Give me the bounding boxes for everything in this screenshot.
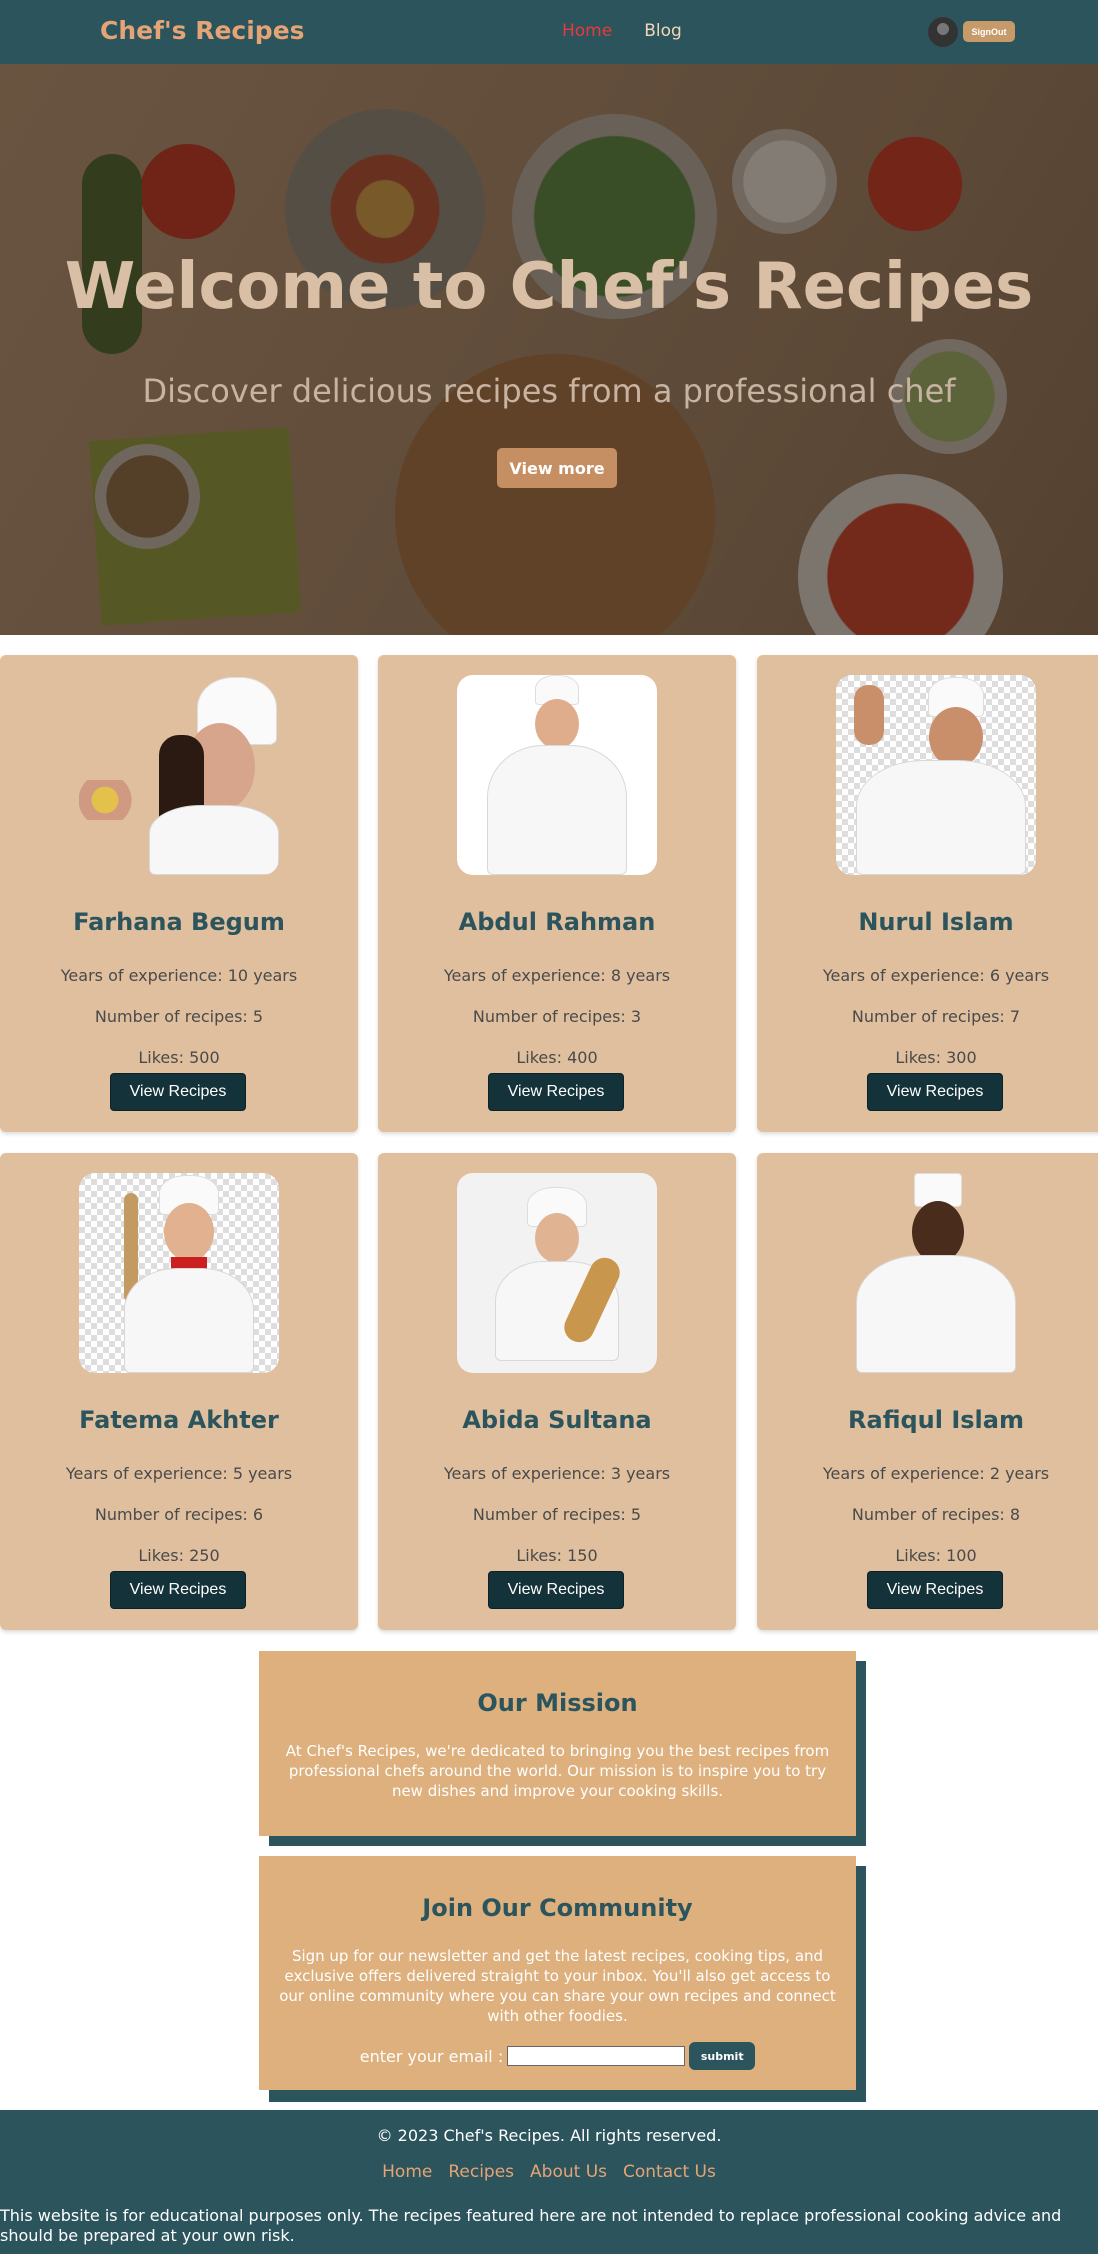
chef-face <box>912 1201 964 1263</box>
view-recipes-button[interactable]: View Recipes <box>488 1571 624 1609</box>
chef-recipes-count: Number of recipes: 7 <box>851 1007 1021 1026</box>
chef-likes: Likes: 100 <box>895 1546 977 1565</box>
chef-experience: Years of experience: 10 years <box>60 966 298 985</box>
chef-likes: Likes: 400 <box>516 1048 598 1067</box>
chef-card: Abida Sultana Years of experience: 3 yea… <box>378 1153 736 1630</box>
email-input[interactable] <box>507 2046 686 2066</box>
chef-name: Nurul Islam <box>858 908 1014 936</box>
chef-name: Rafiqul Islam <box>848 1406 1024 1434</box>
footer-link-about[interactable]: About Us <box>530 2162 607 2182</box>
chef-likes: Likes: 300 <box>895 1048 977 1067</box>
chef-recipes-count: Number of recipes: 6 <box>94 1505 264 1524</box>
hero-overlay <box>0 64 1098 635</box>
view-recipes-button[interactable]: View Recipes <box>488 1073 624 1111</box>
chef-card: Abdul Rahman Years of experience: 8 year… <box>378 655 736 1132</box>
chef-photo <box>457 675 657 875</box>
view-recipes-button[interactable]: View Recipes <box>110 1073 246 1111</box>
page: Chef's Recipes Home Blog SignOut Welcome… <box>0 0 1098 2254</box>
community-title: Join Our Community <box>422 1894 693 1922</box>
email-label: enter your email : <box>359 2046 504 2066</box>
chef-experience: Years of experience: 8 years <box>443 966 671 985</box>
chef-recipes-count: Number of recipes: 3 <box>472 1007 642 1026</box>
chef-recipes-count: Number of recipes: 5 <box>94 1007 264 1026</box>
brand-logo[interactable]: Chef's Recipes <box>100 16 305 45</box>
hero-subtitle: Discover delicious recipes from a profes… <box>142 372 956 410</box>
chef-card: Fatema Akhter Years of experience: 5 yea… <box>0 1153 358 1630</box>
signout-button[interactable]: SignOut <box>963 21 1015 42</box>
newsletter-form: enter your email : submit <box>259 2042 856 2070</box>
chef-coat <box>124 1268 254 1373</box>
chef-face <box>535 1213 579 1263</box>
chef-photo <box>79 675 279 875</box>
chef-coat <box>856 760 1026 875</box>
hero-banner: Welcome to Chef's Recipes Discover delic… <box>0 64 1098 635</box>
view-recipes-button[interactable]: View Recipes <box>867 1571 1003 1609</box>
chef-card: Nurul Islam Years of experience: 6 years… <box>757 655 1098 1132</box>
footer-link-contact[interactable]: Contact Us <box>623 2162 716 2182</box>
footer-copyright: © 2023 Chef's Recipes. All rights reserv… <box>376 2126 722 2145</box>
chef-face <box>929 707 983 767</box>
view-recipes-button[interactable]: View Recipes <box>110 1571 246 1609</box>
footer-link-recipes[interactable]: Recipes <box>448 2162 514 2182</box>
chef-likes: Likes: 250 <box>138 1546 220 1565</box>
footer-disclaimer: This website is for educational purposes… <box>0 2206 1062 2245</box>
chef-photo <box>457 1173 657 1373</box>
chef-coat <box>149 805 279 875</box>
chef-card: Rafiqul Islam Years of experience: 2 yea… <box>757 1153 1098 1630</box>
chef-experience: Years of experience: 2 years <box>822 1464 1050 1483</box>
chef-fork-icon <box>79 780 144 820</box>
chef-coat <box>487 745 627 875</box>
submit-button[interactable]: submit <box>689 2042 756 2070</box>
chef-experience: Years of experience: 5 years <box>65 1464 293 1483</box>
view-recipes-button[interactable]: View Recipes <box>867 1073 1003 1111</box>
community-text: Sign up for our newsletter and get the l… <box>279 1947 836 2025</box>
mission-title: Our Mission <box>477 1689 638 1717</box>
mission-section: Our Mission At Chef's Recipes, we're ded… <box>259 1651 856 1836</box>
chef-card: Farhana Begum Years of experience: 10 ye… <box>0 655 358 1132</box>
chef-name: Farhana Begum <box>73 908 285 936</box>
footer-links: Home Recipes About Us Contact Us <box>0 2162 1098 2182</box>
nav-link-blog[interactable]: Blog <box>644 21 682 41</box>
chef-likes: Likes: 500 <box>138 1048 220 1067</box>
chef-face <box>164 1203 214 1261</box>
chef-recipes-count: Number of recipes: 5 <box>472 1505 642 1524</box>
chef-photo <box>79 1173 279 1373</box>
chef-name: Fatema Akhter <box>79 1406 279 1434</box>
chef-photo <box>836 1173 1036 1373</box>
footer-link-home[interactable]: Home <box>382 2162 432 2182</box>
footer: © 2023 Chef's Recipes. All rights reserv… <box>0 2110 1098 2254</box>
community-section: Join Our Community Sign up for our newsl… <box>259 1856 856 2090</box>
nav-links: Home Blog <box>562 21 682 41</box>
mission-text: At Chef's Recipes, we're dedicated to br… <box>285 1742 830 1800</box>
chef-name: Abdul Rahman <box>458 908 656 936</box>
hero-title: Welcome to Chef's Recipes <box>64 250 1034 324</box>
view-more-button[interactable]: View more <box>497 448 617 488</box>
user-avatar[interactable] <box>928 17 958 47</box>
chef-name: Abida Sultana <box>462 1406 652 1434</box>
chef-coat <box>856 1255 1016 1373</box>
chef-experience: Years of experience: 3 years <box>443 1464 671 1483</box>
chef-experience: Years of experience: 6 years <box>822 966 1050 985</box>
chef-face <box>535 699 579 749</box>
chef-likes: Likes: 150 <box>516 1546 598 1565</box>
navbar: Chef's Recipes Home Blog SignOut <box>0 0 1098 64</box>
chef-recipes-count: Number of recipes: 8 <box>851 1505 1021 1524</box>
nav-link-home[interactable]: Home <box>562 21 612 41</box>
chef-hand-ok-icon <box>854 685 884 745</box>
chef-photo <box>836 675 1036 875</box>
